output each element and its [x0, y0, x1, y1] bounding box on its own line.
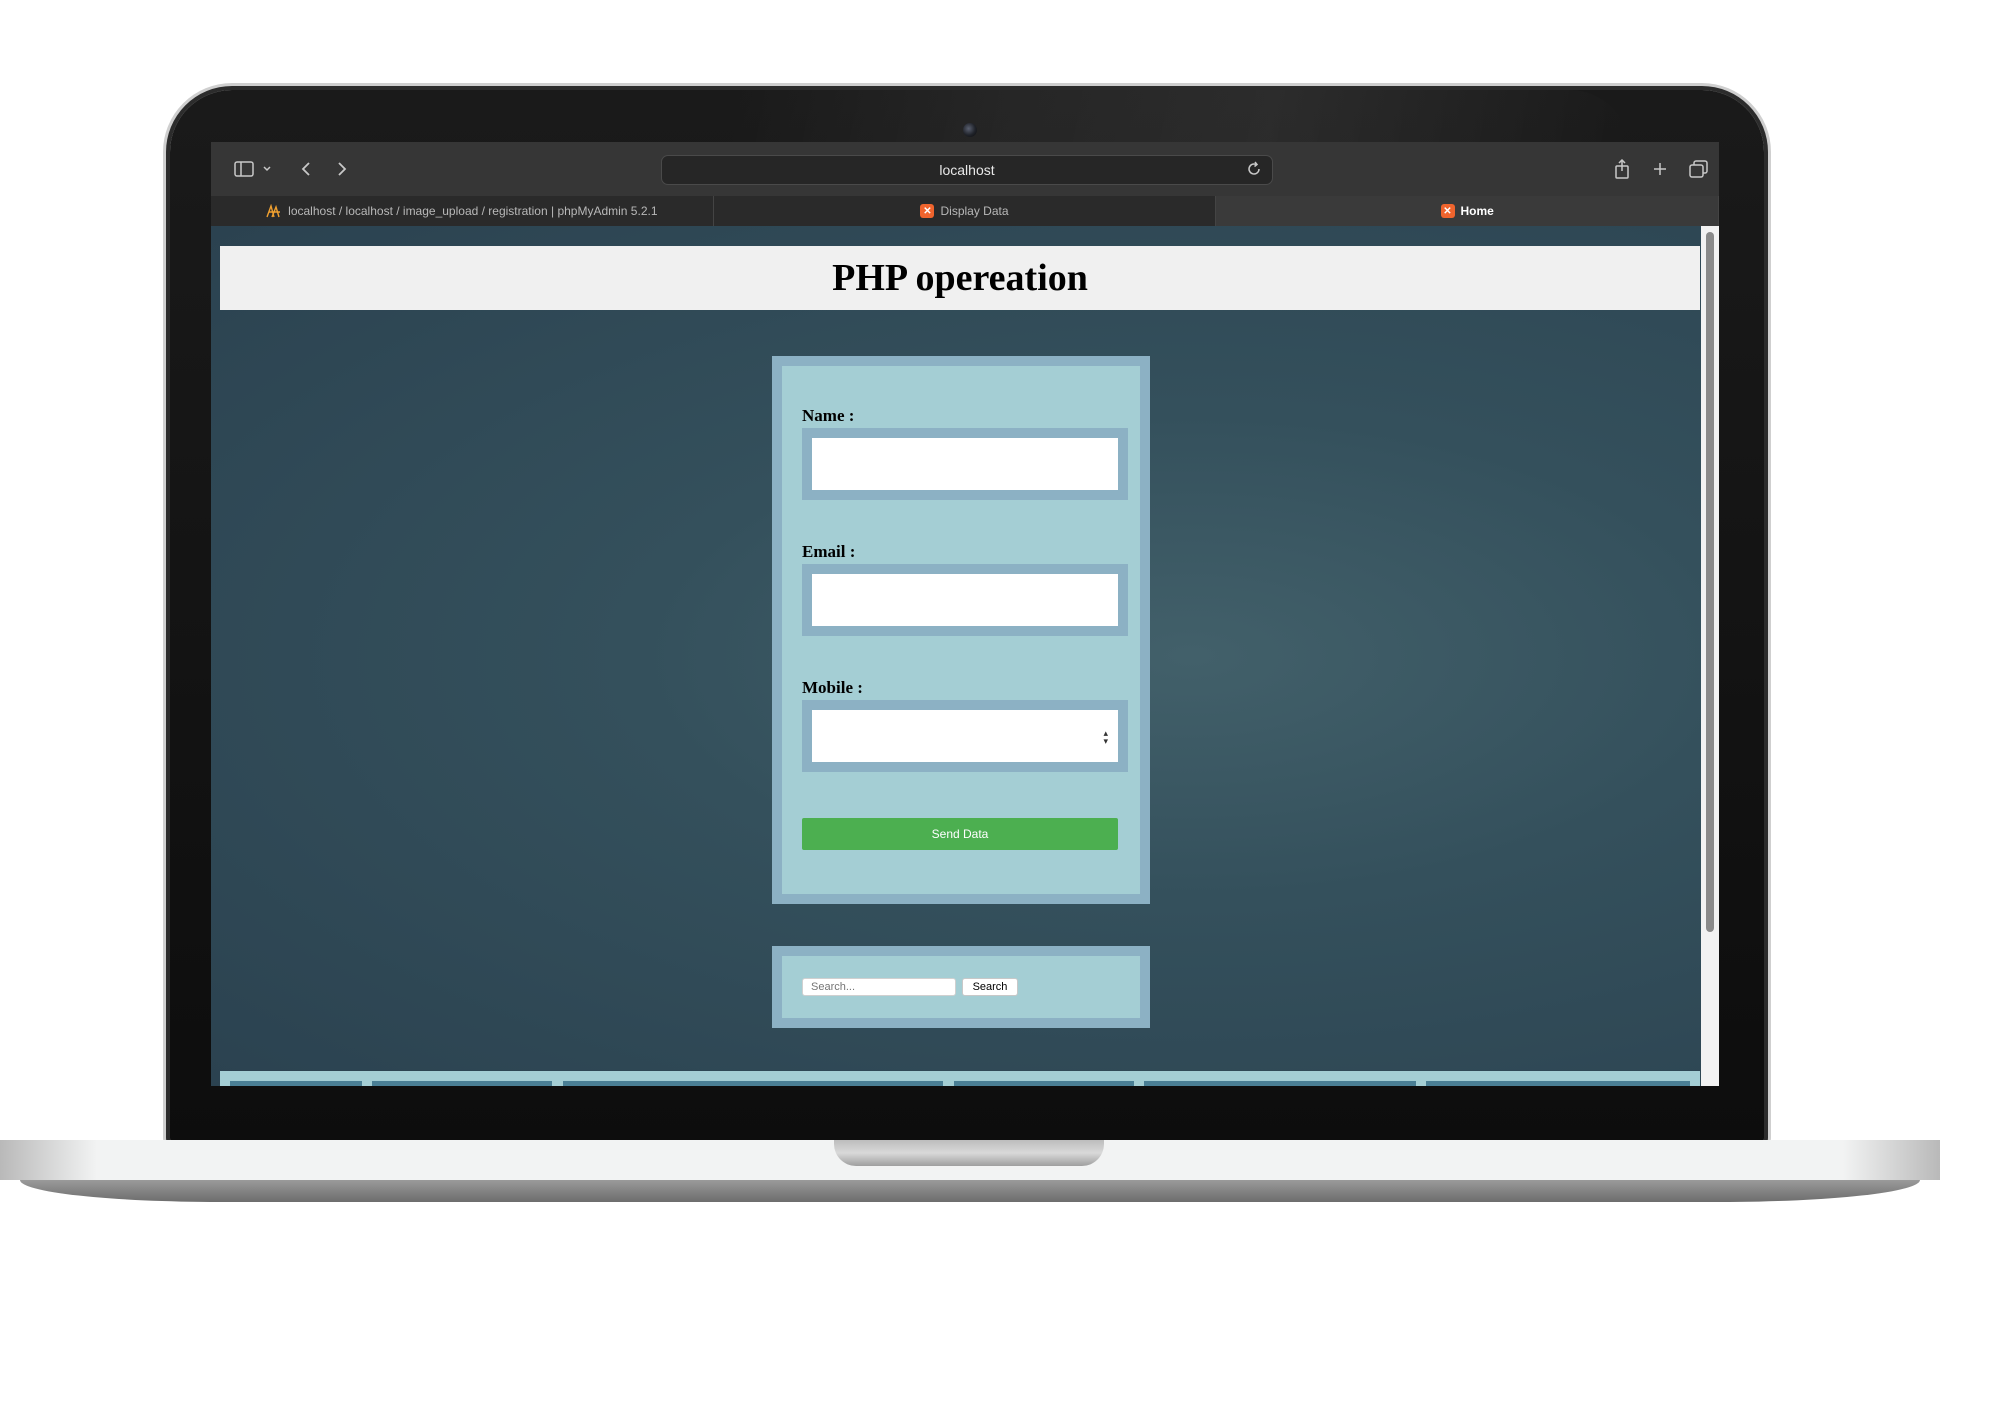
page-header: PHP opereation — [220, 246, 1700, 310]
tab-phpmyadmin[interactable]: localhost / localhost / image_upload / r… — [211, 196, 714, 226]
share-icon[interactable] — [1613, 159, 1631, 179]
tab-display-data[interactable]: ✕ Display Data — [714, 196, 1217, 226]
email-label: Email : — [802, 542, 856, 561]
name-label: Name : — [802, 406, 855, 425]
data-table-top — [220, 1071, 1700, 1086]
chevron-down-icon[interactable] — [261, 159, 273, 179]
laptop-base-shadow — [20, 1180, 1920, 1202]
tab-home[interactable]: ✕ Home — [1216, 196, 1719, 226]
send-data-button[interactable]: Send Data — [802, 818, 1118, 850]
reload-icon[interactable] — [1246, 161, 1262, 180]
table-header-cell — [230, 1081, 362, 1086]
search-input[interactable] — [802, 978, 956, 996]
scrollbar-track[interactable] — [1701, 226, 1719, 1086]
tab-label: Display Data — [940, 204, 1009, 218]
tab-label: localhost / localhost / image_upload / r… — [288, 204, 658, 218]
browser-toolbar: localhost — [211, 142, 1719, 196]
email-field-wrapper — [802, 564, 1128, 636]
name-field-wrapper — [802, 428, 1128, 500]
back-icon[interactable] — [299, 159, 313, 179]
scrollbar-thumb[interactable] — [1706, 232, 1714, 932]
table-header-cell — [372, 1081, 552, 1086]
tab-label: Home — [1460, 204, 1494, 218]
table-header-cell — [954, 1081, 1134, 1086]
phpmyadmin-icon — [266, 204, 281, 218]
sidebar-toggle-icon[interactable] — [233, 159, 255, 179]
email-input[interactable] — [812, 574, 1118, 626]
new-tab-icon[interactable] — [1651, 159, 1669, 179]
lid-glare — [730, 90, 1630, 150]
xampp-icon: ✕ — [920, 204, 935, 218]
address-bar[interactable]: localhost — [661, 155, 1273, 185]
camera-icon — [963, 123, 977, 137]
forward-icon[interactable] — [335, 159, 349, 179]
laptop-hinge-notch — [834, 1140, 1104, 1166]
mobile-field-wrapper: ▴ ▾ — [802, 700, 1128, 772]
table-header-cell — [1144, 1081, 1416, 1086]
tab-bar: localhost / localhost / image_upload / r… — [211, 196, 1719, 226]
mobile-input[interactable] — [812, 710, 1118, 762]
tab-overview-icon[interactable] — [1689, 159, 1709, 179]
xampp-icon: ✕ — [1440, 204, 1455, 218]
table-header-cell — [1426, 1081, 1690, 1086]
number-spinner-icon[interactable]: ▴ ▾ — [1103, 729, 1108, 746]
mobile-label: Mobile : — [802, 678, 863, 697]
browser-window: localhost localhost / localhost / image_… — [211, 142, 1719, 1086]
page-content: PHP opereation Name : Email : Mobile : ▴… — [211, 226, 1719, 1086]
search-panel: Search — [772, 946, 1150, 1028]
page-title: PHP opereation — [832, 257, 1088, 299]
search-button[interactable]: Search — [962, 978, 1018, 996]
name-input[interactable] — [812, 438, 1118, 490]
registration-form: Name : Email : Mobile : ▴ ▾ Send Data — [772, 356, 1150, 904]
table-header-cell — [563, 1081, 943, 1086]
address-bar-url: localhost — [939, 162, 995, 178]
